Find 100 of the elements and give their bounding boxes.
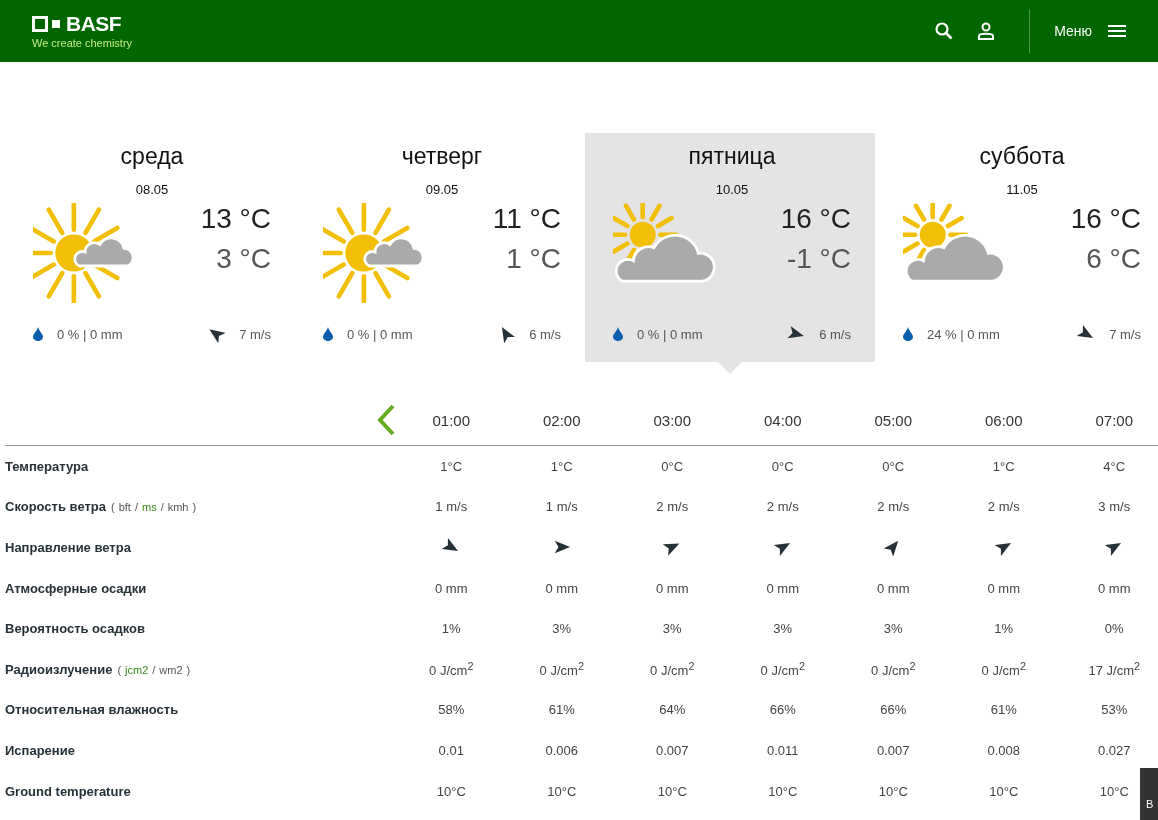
table-cell-text: 0.011 (765, 742, 800, 758)
hour-label: 04:00 (762, 411, 803, 429)
table-cell-text: 10°C (767, 783, 799, 799)
day-card[interactable]: четверг 09.05 11 °C 1 °C 0 % | 0 mm 6 m/s (295, 133, 585, 362)
table-cell-text: 0.027 (1096, 742, 1132, 758)
table-cell-text: 0 mm (434, 580, 469, 596)
day-name: среда (119, 143, 185, 170)
precipitation-text: 0 % | 0 mm (637, 326, 703, 342)
table-cell-text: 0.006 (544, 742, 579, 758)
table-cell-text: 2 m/s (876, 499, 911, 515)
unit-option[interactable]: kmh (167, 501, 189, 514)
day-date: 09.05 (424, 182, 460, 197)
row-label: Относительная влажность (5, 702, 179, 718)
table-cell-text: 10°C (656, 783, 688, 799)
precipitation-text: 24 % | 0 mm (927, 326, 1000, 342)
droplet-icon (613, 327, 623, 341)
table-cell-text: 0 mm (655, 580, 690, 596)
table-cell-text: 2 m/s (986, 499, 1021, 515)
logo-squares-icon (32, 15, 60, 32)
low-temperature: 3 °C (216, 243, 271, 275)
droplet-icon (323, 327, 333, 341)
day-card[interactable]: суббота 11.05 16 °C 6 °C 24 % | 0 mm 7 m/s (875, 133, 1158, 362)
table-cell-text: 4°C (1102, 458, 1127, 474)
hour-label: 03:00 (652, 411, 692, 429)
table-cell-text: 0.008 (986, 742, 1021, 758)
hour-label: 07:00 (1094, 411, 1134, 429)
day-name: пятница (687, 143, 777, 170)
table-cell-text: 2 m/s (655, 499, 690, 515)
table-cell-text: 64% (658, 702, 687, 718)
table-cell-text: 0.01 (437, 742, 465, 758)
table-cell-text: 17 J/cm$^{2}$ (1087, 660, 1141, 679)
table-cell-text: 61% (547, 702, 576, 718)
table-cell-text: 0 J/cm$^{2}$ (649, 660, 696, 679)
table-cell-text: 1°C (991, 458, 1016, 474)
table-cell-text: 10°C (988, 783, 1020, 799)
unit-option[interactable]: jcm2 (125, 663, 149, 676)
corner-button[interactable]: В (1140, 768, 1158, 820)
table-cell-text: 0 J/cm$^{2}$ (538, 660, 585, 679)
precipitation-text: 0 % | 0 mm (347, 326, 413, 342)
unit-option[interactable]: wm2 (159, 663, 183, 676)
low-temperature: -1 °C (786, 243, 851, 275)
day-name: суббота (978, 143, 1066, 170)
table-cell-text: 0 mm (544, 580, 579, 596)
table-cell-text: 66% (768, 702, 797, 718)
table-cell-text: 1% (993, 621, 1015, 637)
paren-text: ( (117, 663, 122, 676)
table-cell-text: 0°C (660, 458, 685, 474)
search-button[interactable] (935, 22, 954, 40)
previous-button[interactable] (376, 404, 396, 436)
row-label: Атмосферные осадки (5, 580, 147, 596)
row-label: Испарение (5, 742, 75, 758)
unit-option[interactable]: ms (141, 501, 157, 514)
row-label: Температура (5, 458, 89, 474)
row-label: Направление ветра (5, 540, 131, 555)
slash-text: / (160, 501, 164, 514)
day-date: 11.05 (1005, 182, 1039, 197)
wind-speed-text: 7 m/s (1109, 326, 1141, 342)
table-cell-text: 0 J/cm$^{2}$ (759, 660, 806, 679)
table-cell-text: 53% (1100, 702, 1129, 718)
paren-text: ( (111, 501, 115, 514)
table-cell-text: 0 mm (876, 580, 911, 596)
paren-text: ) (192, 501, 197, 514)
day-date: 08.05 (134, 182, 170, 197)
unit-option[interactable]: bft (118, 501, 131, 514)
table-cell-text: 3% (551, 621, 573, 637)
table-cell-text: 0% (1103, 621, 1125, 637)
hour-label: 02:00 (541, 411, 582, 429)
droplet-icon (903, 327, 913, 341)
high-temperature: 13 °C (200, 203, 271, 235)
table-cell-text: 3% (661, 621, 683, 637)
high-temperature: 11 °C (492, 203, 561, 235)
table-cell-text: 3% (772, 621, 794, 637)
high-temperature: 16 °C (1070, 203, 1141, 235)
row-label: Вероятность осадков (5, 621, 145, 637)
table-cell-text: 2 m/s (765, 499, 800, 515)
slash-text: / (134, 501, 138, 514)
logo-tagline: We create chemistry (32, 37, 133, 49)
wind-speed-text: 7 m/s (239, 326, 271, 342)
table-cell-text: 10°C (435, 783, 467, 799)
table-cell-text: 0 mm (1097, 580, 1132, 596)
droplet-icon (33, 327, 43, 341)
table-cell-text: 0 J/cm$^{2}$ (980, 660, 1027, 679)
row-label: Ground temperature (5, 783, 131, 799)
table-cell-text: 10°C (877, 783, 909, 799)
precipitation-text: 0 % | 0 mm (57, 326, 123, 342)
table-cell-text: 0 mm (765, 580, 800, 596)
table-cell-text: 3% (882, 621, 904, 637)
table-cell-text: 1 m/s (544, 499, 579, 515)
menu-icon (1108, 24, 1126, 38)
day-date: 10.05 (714, 182, 750, 197)
table-cell-text: 0 mm (986, 580, 1021, 596)
table-cell-text: 0 J/cm$^{2}$ (428, 660, 475, 679)
row-label: Радиоизлучение (5, 661, 113, 677)
wind-speed-text: 6 m/s (819, 326, 851, 342)
menu-button[interactable]: Меню (1042, 23, 1126, 39)
user-button[interactable] (977, 22, 996, 40)
table-cell-text: 10°C (1098, 783, 1130, 799)
day-card[interactable]: среда 08.05 13 °C 3 °C 0 % | 0 mm 7 m/s (5, 133, 295, 362)
paren-text: ) (186, 663, 191, 676)
logo-text: BASF (66, 13, 122, 34)
